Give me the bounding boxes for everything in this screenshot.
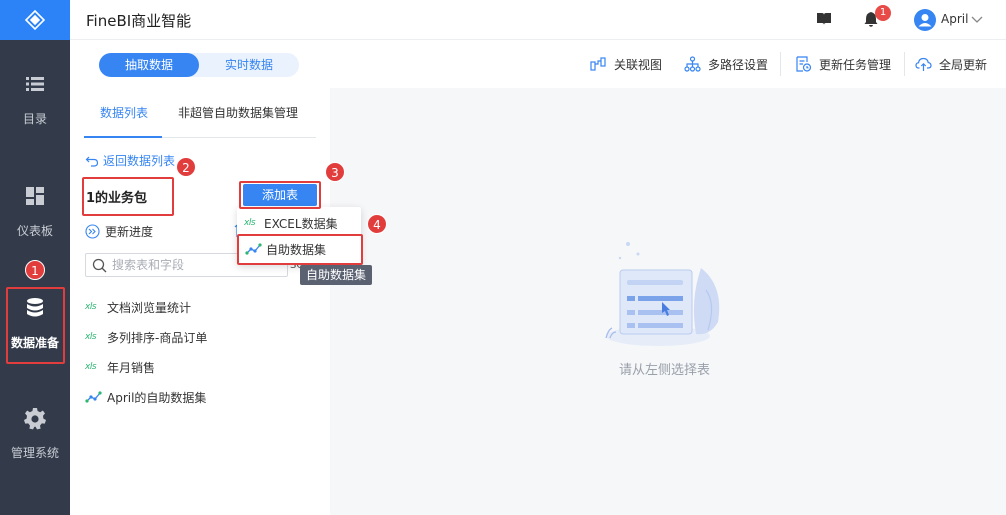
back-link-label: 返回数据列表 [103,154,176,168]
chevron-down-icon[interactable] [970,12,984,26]
toggle-extract-data[interactable]: 抽取数据 [99,53,199,77]
toolbar-divider [904,52,905,76]
help-book-icon[interactable] [816,12,832,26]
annotation-box [82,177,174,216]
tooltip: 自助数据集 [300,265,372,285]
table-name: 多列排序-商品订单 [107,330,208,345]
relation-view-label: 关联视图 [614,57,663,72]
annotation-number: 1 [25,260,45,280]
task-icon [796,56,812,72]
annotation-box [237,234,363,265]
annotation-number: 2 [176,157,196,177]
user-icon [918,14,932,27]
table-name: 文档浏览量统计 [107,300,192,315]
update-task-label: 更新任务管理 [819,57,892,72]
tab-self-service-dataset-manage[interactable]: 非超管自助数据集管理 [178,104,298,121]
empty-table-illustration [605,242,720,346]
update-task-button[interactable]: 更新任务管理 [795,55,891,73]
excel-icon: xls [85,332,97,342]
list-item[interactable]: xls 文档浏览量统计 [85,292,325,322]
active-tab-indicator [84,136,162,138]
nav-item-admin[interactable]: 管理系统 [0,406,70,486]
nav-item-catalog[interactable]: 目录 [0,72,70,152]
menu-item-label: EXCEL数据集 [264,216,338,231]
list-icon [26,77,44,91]
list-item[interactable]: xls 多列排序-商品订单 [85,322,325,352]
table-name: 年月销售 [107,360,156,375]
dashboard-icon [26,187,44,205]
logo[interactable] [0,0,70,40]
data-mode-toggle: 抽取数据 实时数据 [99,53,299,77]
update-progress-link[interactable]: 更新进度 [85,223,153,240]
annotation-box [239,181,321,209]
self-service-dataset-icon [85,391,102,403]
back-to-data-list-link[interactable]: 返回数据列表 [85,152,175,169]
annotation-box [6,287,65,364]
multipath-settings-label: 多路径设置 [708,57,769,72]
menu-item-excel-dataset[interactable]: xls EXCEL数据集 [237,210,361,236]
excel-icon: xls [244,218,256,228]
left-nav: 目录 仪表板 数据准备 管理系统 [0,0,70,515]
excel-icon: xls [85,362,97,372]
global-update-label: 全局更新 [939,57,988,72]
list-item[interactable]: xls 年月销售 [85,352,325,382]
toolbar-divider [780,52,781,76]
empty-state-text: 请从左侧选择表 [619,363,711,378]
relation-icon [590,57,606,71]
return-arrow-icon [85,156,99,167]
search-icon [92,258,107,273]
gear-icon [24,408,46,430]
global-update-button[interactable]: 全局更新 [915,55,987,73]
excel-icon: xls [85,302,97,312]
nav-label-catalog: 目录 [22,112,47,126]
table-name: April的自助数据集 [107,390,207,405]
nav-label-dashboard: 仪表板 [16,224,53,238]
tab-data-list[interactable]: 数据列表 [100,104,148,121]
cloud-update-icon [915,57,932,71]
notification-badge: 1 [875,5,891,21]
list-item[interactable]: April的自助数据集 [85,382,325,412]
multipath-settings-button[interactable]: 多路径设置 [684,55,768,73]
update-progress-label: 更新进度 [105,225,154,239]
relation-view-button[interactable]: 关联视图 [590,55,662,73]
multipath-icon [684,56,701,72]
nav-item-dashboard[interactable]: 仪表板 [0,184,70,264]
nav-label-admin: 管理系统 [10,446,59,460]
logo-icon [24,9,46,31]
avatar[interactable] [914,9,936,31]
progress-icon [85,224,100,239]
annotation-number: 3 [325,162,345,182]
top-header: FineBI商业智能 1 April [70,0,1006,40]
annotation-number: 4 [367,214,387,234]
user-name[interactable]: April [941,12,968,26]
panel-tabs: 数据列表 非超管自助数据集管理 [84,88,316,138]
table-list: xls 文档浏览量统计 xls 多列排序-商品订单 xls 年月销售 April… [85,292,325,412]
toggle-realtime-data[interactable]: 实时数据 [199,53,299,77]
app-title: FineBI商业智能 [86,12,192,30]
